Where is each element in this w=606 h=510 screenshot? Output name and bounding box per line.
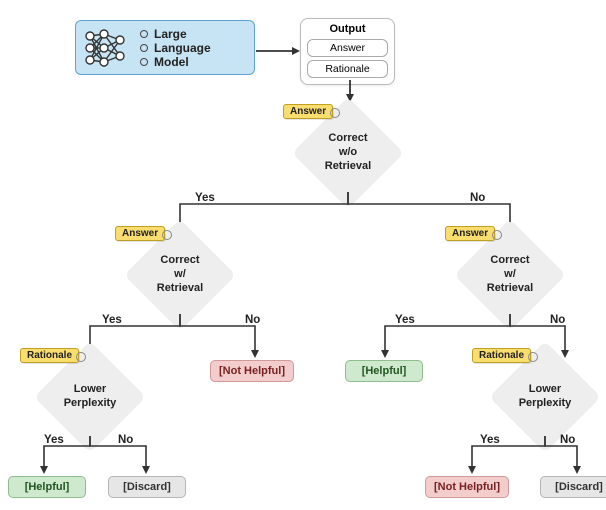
leaf-nothelpful-rightB: [Not Helpful]: [425, 476, 509, 498]
edge-leftA-yes: Yes: [102, 314, 122, 326]
edge-leftB-no: No: [118, 434, 133, 446]
edge-rightA-yes: Yes: [395, 314, 415, 326]
leftA-l2: w/: [174, 268, 186, 280]
tag-rationale-leftB: Rationale: [20, 348, 79, 363]
root-l1: Correct: [328, 132, 367, 144]
tag-answer-root: Answer: [283, 104, 333, 119]
leaf-discard-rightB: [Discard]: [540, 476, 606, 498]
tag-rationale-rightB: Rationale: [472, 348, 531, 363]
leftB-l2: Perplexity: [64, 397, 117, 409]
llm-line2: Language: [154, 41, 211, 55]
llm-line1: Large: [154, 27, 187, 41]
neural-net-icon: [76, 20, 136, 75]
output-answer-pill: Answer: [307, 39, 388, 57]
rightA-l2: w/: [504, 268, 516, 280]
edge-rightB-yes: Yes: [480, 434, 500, 446]
edge-rightB-no: No: [560, 434, 575, 446]
edge-root-no: No: [470, 192, 485, 204]
branch-rightB: [442, 436, 602, 476]
rightA-l3: Retrieval: [487, 282, 533, 294]
edge-leftA-no: No: [245, 314, 260, 326]
leftB-l1: Lower: [74, 383, 106, 395]
leaf-helpful-rightA: [Helpful]: [345, 360, 423, 382]
edge-rightA-no: No: [550, 314, 565, 326]
leftA-l3: Retrieval: [157, 282, 203, 294]
edge-root-yes: Yes: [195, 192, 215, 204]
edge-leftB-yes: Yes: [44, 434, 64, 446]
arrow-llm-to-output: [256, 46, 300, 56]
leftA-l1: Correct: [160, 254, 199, 266]
tag-answer-rightA: Answer: [445, 226, 495, 241]
llm-box: Large Language Model: [75, 20, 255, 75]
leaf-nothelpful-leftA: [Not Helpful]: [210, 360, 294, 382]
output-title: Output: [307, 23, 388, 35]
rightB-l1: Lower: [529, 383, 561, 395]
leaf-helpful-leftB: [Helpful]: [8, 476, 86, 498]
output-box: Output Answer Rationale: [300, 18, 395, 85]
tag-answer-leftA: Answer: [115, 226, 165, 241]
llm-line3: Model: [154, 55, 189, 69]
rightA-l1: Correct: [490, 254, 529, 266]
rightB-l2: Perplexity: [519, 397, 572, 409]
llm-label: Large Language Model: [136, 27, 211, 69]
root-l2: w/o: [339, 146, 357, 158]
leaf-discard-leftB: [Discard]: [108, 476, 186, 498]
output-rationale-pill: Rationale: [307, 60, 388, 78]
root-l3: Retrieval: [325, 160, 371, 172]
